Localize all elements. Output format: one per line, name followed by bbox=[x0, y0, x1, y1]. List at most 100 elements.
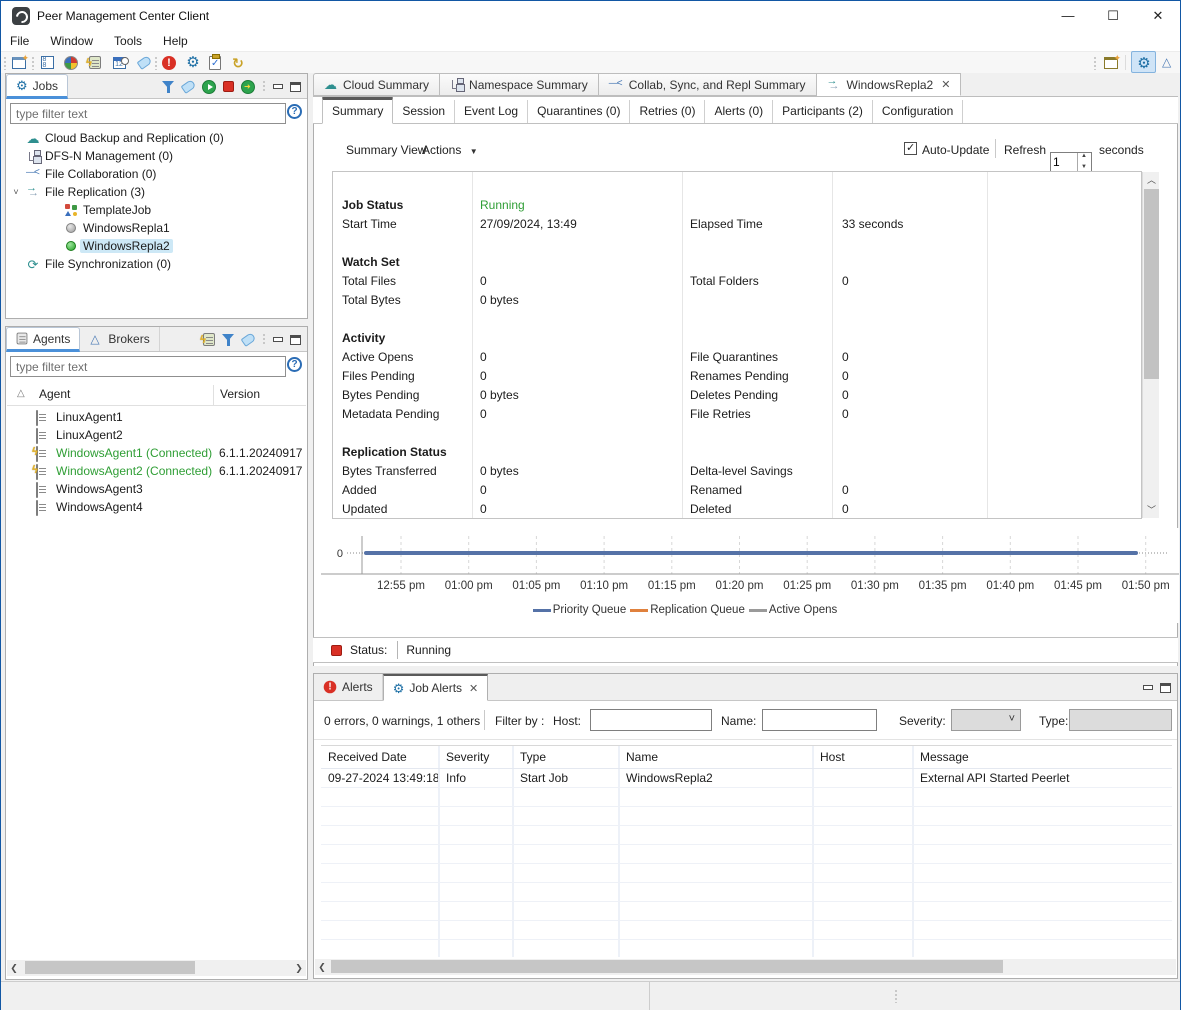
dashboard-pie-button[interactable] bbox=[61, 53, 81, 72]
new-job-button[interactable]: ✦ bbox=[9, 53, 29, 72]
menu-help[interactable]: Help bbox=[154, 31, 200, 51]
job-alerts-gear-button[interactable]: ⚙ bbox=[183, 53, 203, 72]
help-icon[interactable]: ? bbox=[287, 104, 302, 119]
alert-empty-row[interactable] bbox=[321, 864, 1172, 883]
alert-empty-row[interactable] bbox=[321, 940, 1172, 957]
refresh-sync-button[interactable]: ↻ bbox=[228, 53, 248, 72]
jobs-filter-input[interactable] bbox=[10, 103, 286, 124]
tree-item-windowsrepla2[interactable]: WindowsRepla2 bbox=[6, 237, 307, 255]
alert-empty-row[interactable] bbox=[321, 883, 1172, 902]
severity-filter-select[interactable] bbox=[951, 709, 1021, 731]
preferences-list-button[interactable] bbox=[37, 53, 57, 72]
tab-brokers[interactable]: Brokers bbox=[80, 327, 159, 351]
subtab-retries[interactable]: Retries (0) bbox=[630, 100, 705, 123]
filter-funnel-icon[interactable] bbox=[162, 81, 175, 93]
host-filter-input[interactable] bbox=[590, 709, 712, 731]
agent-row-windowsagent3[interactable]: WindowsAgent3 bbox=[6, 481, 307, 499]
minimize-view-icon[interactable] bbox=[273, 84, 283, 89]
minimize-view-icon[interactable] bbox=[1143, 685, 1153, 690]
tree-item-file-synchronization-0[interactable]: ⟳File Synchronization (0) bbox=[6, 255, 307, 273]
maximize-view-icon[interactable] bbox=[290, 335, 301, 345]
subtab-event-log[interactable]: Event Log bbox=[455, 100, 528, 123]
sort-ascending-icon[interactable]: △ bbox=[17, 388, 25, 399]
agents-hscrollbar[interactable]: ❮ ❯ bbox=[7, 960, 306, 976]
tab-agents[interactable]: Agents bbox=[6, 327, 80, 352]
agent-row-linuxagent2[interactable]: LinuxAgent2 bbox=[6, 427, 307, 445]
filter-funnel-icon[interactable] bbox=[222, 334, 235, 346]
subtab-summary[interactable]: Summary bbox=[322, 97, 393, 124]
subtab-configuration[interactable]: Configuration bbox=[873, 100, 963, 123]
alert-empty-row[interactable] bbox=[321, 845, 1172, 864]
agent-action-icon[interactable]: ϟ bbox=[203, 333, 215, 346]
close-tab-icon[interactable]: ✕ bbox=[939, 78, 950, 91]
summary-row-replication-status: Replication Status bbox=[333, 443, 1141, 462]
maximize-view-icon[interactable] bbox=[1160, 683, 1171, 693]
alert-empty-row[interactable] bbox=[321, 788, 1172, 807]
tab-jobs[interactable]: ⚙ Jobs bbox=[6, 74, 68, 99]
restart-job-icon[interactable] bbox=[241, 80, 255, 94]
help-icon[interactable]: ? bbox=[287, 357, 302, 372]
menu-tools[interactable]: Tools bbox=[105, 31, 154, 51]
agents-col-agent[interactable]: Agent bbox=[39, 387, 70, 401]
tag-icon[interactable] bbox=[181, 79, 197, 94]
view-menu-handle[interactable] bbox=[262, 333, 266, 346]
schedule-button[interactable]: 12 bbox=[109, 53, 129, 72]
name-filter-input[interactable] bbox=[762, 709, 877, 731]
close-window-button[interactable]: ✕ bbox=[1143, 5, 1173, 27]
agents-filter-input[interactable] bbox=[10, 356, 286, 377]
maximize-view-icon[interactable] bbox=[290, 82, 301, 92]
tab-alerts[interactable]: ! Alerts bbox=[314, 674, 383, 700]
subtab-quarantines[interactable]: Quarantines (0) bbox=[528, 100, 630, 123]
stop-job-icon[interactable] bbox=[223, 81, 234, 92]
tab-namespace-summary[interactable]: Namespace Summary bbox=[440, 73, 599, 96]
alerts-hscrollbar[interactable]: ❮ bbox=[315, 959, 1176, 975]
tags-button[interactable] bbox=[134, 53, 154, 72]
refresh-interval-spinner[interactable] bbox=[1050, 152, 1092, 172]
agent-row-windowsagent2-connected[interactable]: ϟWindowsAgent2 (Connected)6.1.1.20240917 bbox=[6, 463, 307, 481]
agent-row-linuxagent1[interactable]: LinuxAgent1 bbox=[6, 409, 307, 427]
actions-dropdown[interactable]: Actions ▼ bbox=[422, 143, 478, 157]
subtab-session[interactable]: Session bbox=[393, 100, 455, 123]
refresh-interval-input[interactable] bbox=[1053, 154, 1077, 170]
agent-summary-button[interactable]: ϟ bbox=[85, 53, 105, 72]
maximize-window-button[interactable]: ☐ bbox=[1098, 5, 1128, 27]
tree-item-windowsrepla1[interactable]: WindowsRepla1 bbox=[6, 219, 307, 237]
alert-empty-row[interactable] bbox=[321, 902, 1172, 921]
agent-row-windowsagent4[interactable]: WindowsAgent4 bbox=[6, 499, 307, 517]
tree-item-file-replication-3[interactable]: ˅File Replication (3) bbox=[6, 183, 307, 201]
tree-item-dfs-n-management-0[interactable]: DFS-N Management (0) bbox=[6, 147, 307, 165]
open-perspective-button[interactable]: ✦ bbox=[1101, 53, 1121, 72]
auto-update-checkbox[interactable] bbox=[904, 142, 917, 155]
column-separator[interactable] bbox=[213, 385, 214, 405]
tab-job-alerts[interactable]: ⚙ Job Alerts ✕ bbox=[383, 674, 489, 701]
tree-item-templatejob[interactable]: TemplateJob bbox=[6, 201, 307, 219]
subtab-participants[interactable]: Participants (2) bbox=[773, 100, 873, 123]
subtab-alerts[interactable]: Alerts (0) bbox=[705, 100, 773, 123]
summary-vscrollbar[interactable]: ︿ ﹀ bbox=[1142, 172, 1159, 518]
start-job-icon[interactable] bbox=[202, 80, 216, 94]
menu-window[interactable]: Window bbox=[41, 31, 105, 51]
alert-empty-row[interactable] bbox=[321, 921, 1172, 940]
view-menu-handle[interactable] bbox=[262, 80, 266, 93]
spinner-arrows-icon[interactable] bbox=[1077, 153, 1091, 171]
tab-windowsrepla2[interactable]: WindowsRepla2 ✕ bbox=[817, 73, 962, 96]
agent-row-windowsagent1-connected[interactable]: ϟWindowsAgent1 (Connected)6.1.1.20240917 bbox=[6, 445, 307, 463]
tree-item-file-collaboration-0[interactable]: File Collaboration (0) bbox=[6, 165, 307, 183]
tasks-clipboard-button[interactable] bbox=[205, 53, 225, 72]
alert-empty-row[interactable] bbox=[321, 826, 1172, 845]
close-tab-icon[interactable]: ✕ bbox=[467, 682, 478, 695]
tag-icon[interactable] bbox=[241, 332, 257, 347]
alert-empty-row[interactable] bbox=[321, 807, 1172, 826]
tree-item-cloud-backup-and-replication-0[interactable]: ☁Cloud Backup and Replication (0) bbox=[6, 129, 307, 147]
alert-row-windowsrepla2[interactable]: 09-27-2024 13:49:18InfoStart JobWindowsR… bbox=[321, 769, 1172, 788]
tab-cloud-summary[interactable]: ☁ Cloud Summary bbox=[313, 73, 440, 96]
gear-perspective-icon[interactable]: ⚙ bbox=[1134, 54, 1154, 73]
minimize-view-icon[interactable] bbox=[273, 337, 283, 342]
minimize-window-button[interactable]: — bbox=[1053, 5, 1083, 27]
tab-collab-sync-repl-summary[interactable]: Collab, Sync, and Repl Summary bbox=[599, 73, 817, 96]
network-perspective-button[interactable] bbox=[1158, 53, 1178, 72]
chevron-down-icon[interactable]: ˅ bbox=[8, 187, 24, 197]
menu-file[interactable]: File bbox=[1, 31, 41, 51]
agents-col-version[interactable]: Version bbox=[220, 387, 260, 401]
alerts-error-button[interactable]: ! bbox=[159, 53, 179, 72]
